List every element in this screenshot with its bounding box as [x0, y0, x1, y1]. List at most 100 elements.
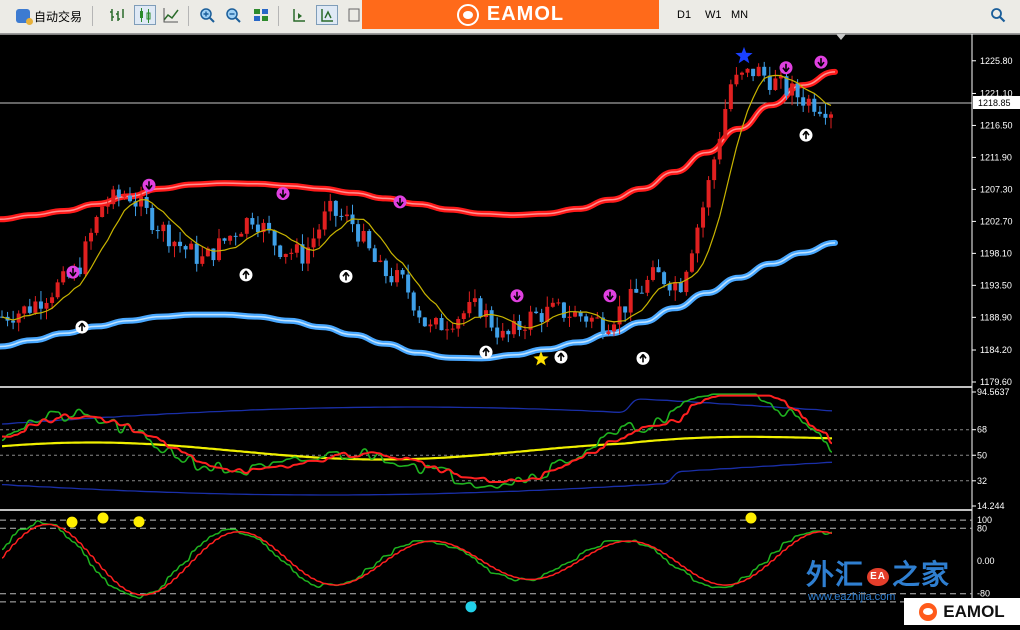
watermark-url: www.eazhijia.com — [808, 591, 896, 603]
candlestick-chart-icon[interactable] — [134, 5, 156, 25]
candle-body — [172, 241, 177, 247]
auto-trading-icon — [15, 9, 33, 25]
candle-body — [383, 260, 388, 277]
candle-body — [378, 260, 383, 262]
auto-scroll-icon[interactable] — [316, 5, 338, 25]
candle-body — [489, 310, 494, 328]
candle-body — [662, 272, 667, 285]
candle-body — [239, 233, 244, 237]
candle-body — [678, 281, 683, 293]
candle-body — [100, 206, 105, 217]
rsi-label: 50 — [977, 450, 987, 460]
price-label: 1188.90 — [980, 312, 1012, 322]
auto-trading-button[interactable]: 自动交易 — [12, 5, 86, 27]
candle-body — [317, 229, 322, 239]
candle-body — [361, 231, 366, 242]
period-mn[interactable]: MN — [731, 9, 748, 21]
candle-body — [478, 298, 483, 317]
candle-body — [667, 284, 672, 291]
candle-body — [645, 279, 650, 293]
candle-body — [344, 214, 349, 217]
candle-body — [751, 68, 756, 77]
candle-body — [411, 292, 416, 311]
candle-body — [111, 189, 116, 205]
price-label: 1179.60 — [980, 377, 1012, 387]
candle-body — [44, 302, 49, 309]
candle-body — [506, 330, 511, 335]
toolbar-separator — [92, 6, 93, 26]
candle-body — [255, 224, 260, 233]
candle-body — [333, 200, 338, 216]
candle-body — [228, 235, 233, 241]
candle-body — [22, 306, 27, 314]
candle-body — [801, 97, 806, 106]
candle-body — [322, 211, 327, 230]
candle-body — [623, 306, 628, 313]
search-icon[interactable] — [990, 7, 1006, 23]
candle-body — [756, 66, 761, 77]
candle-body — [706, 180, 711, 208]
candle-body — [634, 288, 639, 293]
candle-body — [395, 270, 400, 283]
candle-body — [356, 224, 361, 242]
candle-body — [472, 298, 477, 303]
candle-body — [829, 114, 833, 118]
candle-body — [417, 310, 422, 318]
toolbar-separator — [188, 6, 189, 26]
period-d1[interactable]: D1 — [677, 9, 691, 21]
brand-banner: EAMOL — [362, 0, 659, 29]
zoom-in-icon[interactable] — [196, 5, 218, 25]
overbought-dot — [66, 516, 78, 528]
chart-shift-icon[interactable] — [288, 5, 310, 25]
candle-body — [139, 197, 144, 207]
candle-body — [573, 311, 578, 317]
candle-body — [534, 311, 539, 314]
candle-body — [712, 159, 717, 181]
tile-windows-icon[interactable] — [250, 5, 272, 25]
candle-body — [294, 244, 299, 253]
candle-body — [739, 72, 744, 75]
candle-body — [278, 245, 283, 258]
watermark-badge-icon: EA — [867, 567, 890, 586]
candle-body — [389, 276, 394, 283]
brand-text: EAMOL — [486, 3, 565, 25]
watermark-text-b: 之家 — [892, 559, 951, 590]
candle-body — [639, 292, 644, 294]
oversold-dot — [465, 601, 477, 613]
rsi-label: 68 — [977, 425, 987, 435]
line-chart-icon[interactable] — [160, 5, 182, 25]
overbought-dot — [97, 512, 109, 524]
candle-body — [584, 316, 589, 322]
oscillator-label: 0.00 — [977, 556, 995, 566]
candle-body — [150, 207, 155, 231]
candle-body — [94, 216, 99, 233]
auto-trading-label: 自动交易 — [33, 9, 82, 24]
candle-body — [105, 204, 110, 207]
price-label: 1216.50 — [980, 120, 1013, 130]
chart-canvas[interactable]: 1225.801221.101216.501211.901207.301202.… — [0, 33, 1020, 625]
candle-body — [689, 253, 694, 272]
candle-body — [189, 243, 194, 250]
candle-body — [561, 302, 566, 318]
candle-body — [272, 230, 277, 246]
overbought-dot — [745, 512, 757, 524]
candle-body — [144, 197, 149, 208]
zoom-out-icon[interactable] — [222, 5, 244, 25]
candle-body — [522, 329, 527, 331]
candle-body — [55, 282, 60, 298]
candle-body — [467, 302, 472, 314]
period-w1[interactable]: W1 — [705, 9, 722, 21]
candle-body — [166, 224, 171, 247]
candle-body — [183, 246, 188, 250]
toolbar-separator — [278, 6, 279, 26]
price-label: 1225.80 — [980, 56, 1013, 66]
candle-body — [795, 83, 800, 98]
chart-area[interactable]: 1225.80 1221.10 1216.50 1211.90 1207.30 1202.… — [0, 33, 1020, 625]
bar-chart-icon[interactable] — [106, 5, 128, 25]
current-price-label: 1218.85 — [978, 98, 1011, 108]
candle-body — [812, 98, 817, 112]
candle-body — [233, 235, 238, 237]
candle-body — [567, 316, 572, 318]
candle-body — [628, 288, 633, 313]
candle-body — [200, 256, 205, 264]
